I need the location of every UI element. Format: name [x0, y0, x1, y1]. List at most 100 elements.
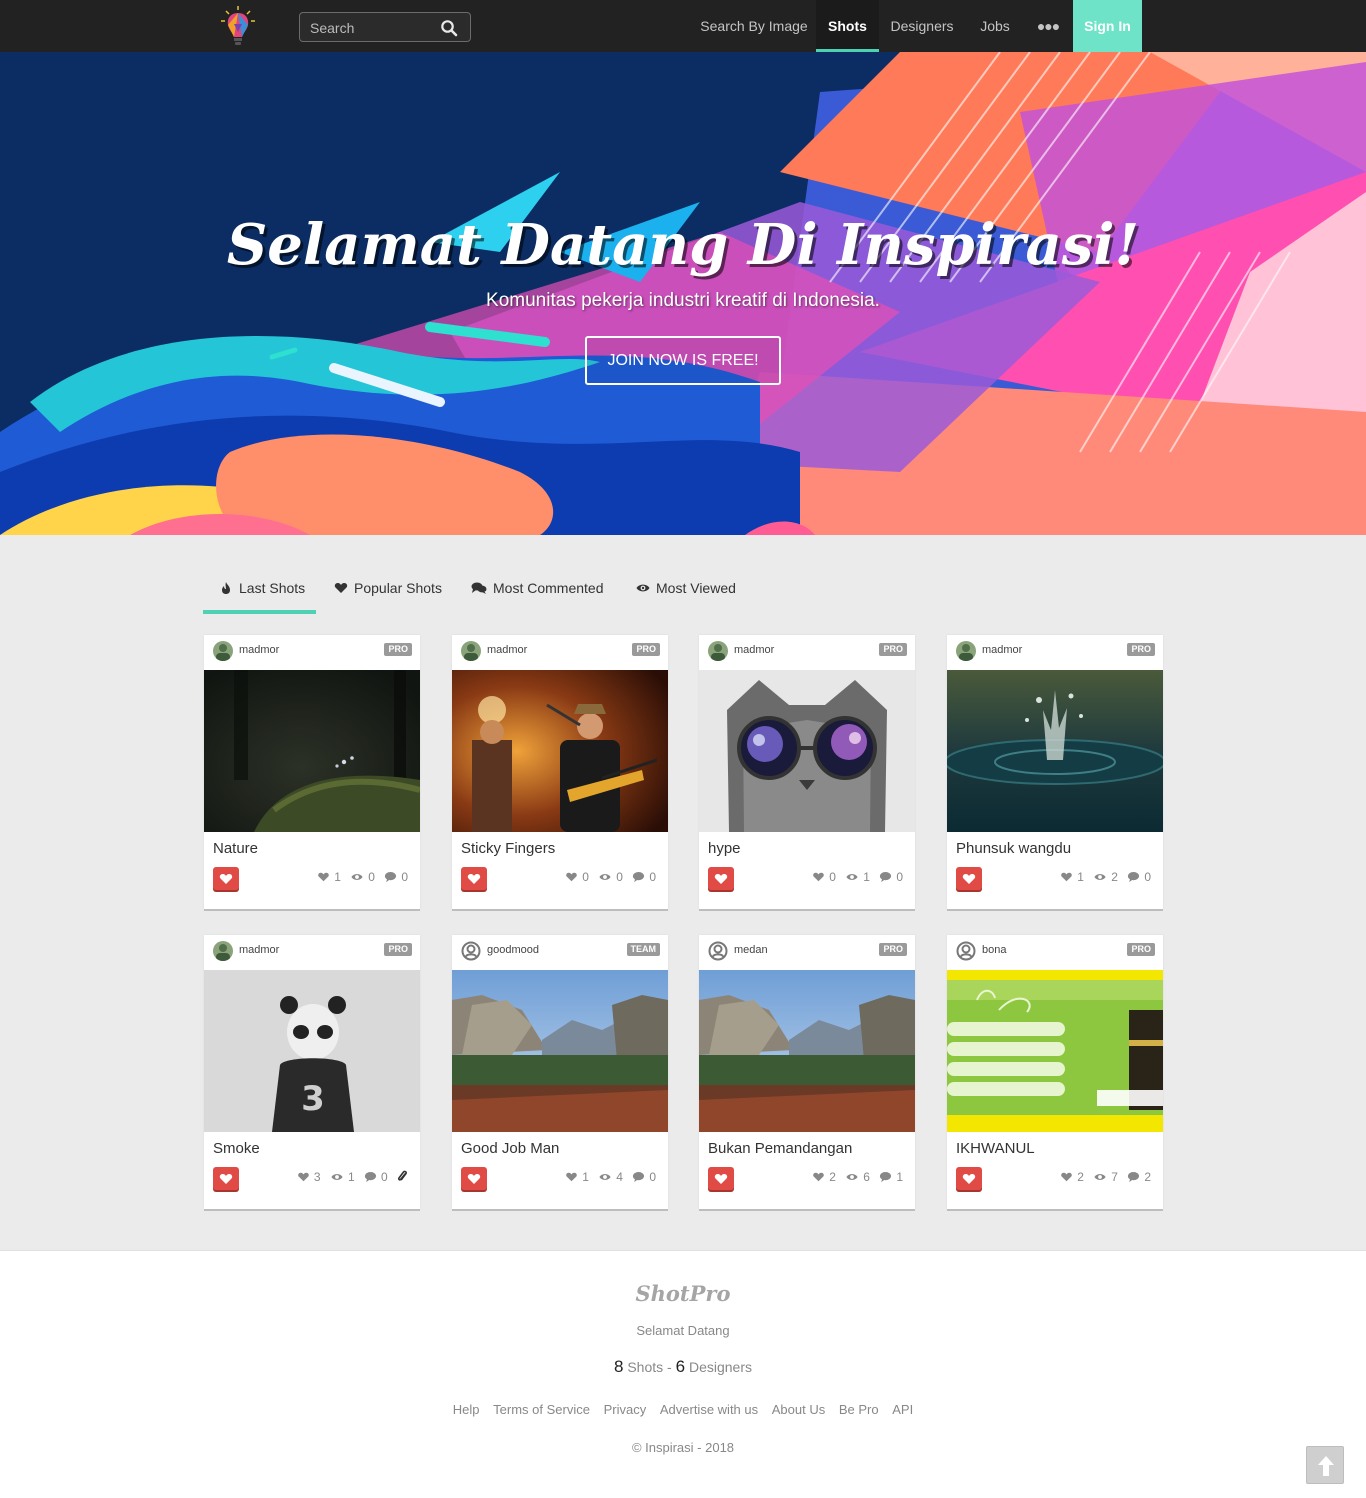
- shot-thumbnail[interactable]: [699, 970, 915, 1132]
- search-input[interactable]: [310, 19, 435, 37]
- avatar[interactable]: [956, 641, 976, 661]
- author-name[interactable]: madmor: [487, 644, 527, 656]
- avatar-default-icon[interactable]: [461, 941, 481, 961]
- shot-title[interactable]: Good Job Man: [461, 1140, 559, 1157]
- nav-designers[interactable]: Designers: [884, 0, 960, 52]
- shot-card[interactable]: madmor PRO hype 0 1 0: [699, 635, 915, 909]
- fire-icon: [222, 582, 230, 594]
- nav-jobs[interactable]: Jobs: [970, 0, 1020, 52]
- shot-thumbnail[interactable]: [452, 670, 668, 832]
- avatar[interactable]: [708, 641, 728, 661]
- hero-banner: Selamat Datang Di Inspirasi! Komunitas p…: [0, 52, 1366, 535]
- tab-popular-shots[interactable]: Popular Shots: [334, 566, 442, 614]
- views-count: 4: [616, 1170, 623, 1184]
- like-button[interactable]: [213, 1167, 239, 1190]
- author-name[interactable]: madmor: [734, 644, 774, 656]
- avatar-default-icon[interactable]: [708, 941, 728, 961]
- heart-icon: [334, 583, 348, 593]
- footer-link-about[interactable]: About Us: [772, 1402, 825, 1417]
- search-icon[interactable]: [440, 19, 458, 37]
- pro-badge: PRO: [1127, 943, 1155, 956]
- author-name[interactable]: madmor: [982, 644, 1022, 656]
- designers-label: Designers: [688, 1359, 752, 1375]
- shot-card[interactable]: bona PRO IKHWANUL 2 7 2: [947, 935, 1163, 1209]
- footer-link-terms[interactable]: Terms of Service: [493, 1402, 590, 1417]
- footer-link-privacy[interactable]: Privacy: [604, 1402, 647, 1417]
- avatar[interactable]: [461, 641, 481, 661]
- footer-link-help[interactable]: Help: [453, 1402, 480, 1417]
- shot-thumbnail[interactable]: 3: [204, 970, 420, 1132]
- shot-card[interactable]: medan PRO Bukan Pemandangan 2 6 1: [699, 935, 915, 1209]
- likes-heart-icon: [318, 872, 330, 882]
- shot-thumbnail[interactable]: [699, 670, 915, 832]
- avatar-default-icon[interactable]: [956, 941, 976, 961]
- shot-title[interactable]: Bukan Pemandangan: [708, 1140, 852, 1157]
- like-button[interactable]: [956, 1167, 982, 1190]
- shot-title[interactable]: Nature: [213, 840, 258, 857]
- team-badge: TEAM: [626, 943, 660, 956]
- likes-count: 0: [582, 870, 589, 884]
- footer-link-advertise[interactable]: Advertise with us: [660, 1402, 758, 1417]
- likes-heart-icon: [1061, 872, 1073, 882]
- heart-icon: [962, 874, 976, 884]
- join-now-button[interactable]: JOIN NOW IS FREE!: [585, 336, 781, 385]
- shot-thumbnail[interactable]: [947, 970, 1163, 1132]
- footer: ShotPro Selamat Datang 8 Shots - 6 Desig…: [0, 1250, 1366, 1498]
- comments-icon: [471, 582, 487, 594]
- tab-most-commented[interactable]: Most Commented: [471, 566, 603, 614]
- hero-subtitle: Komunitas pekerja industri kreatif di In…: [486, 290, 880, 311]
- avatar[interactable]: [213, 641, 233, 661]
- stats-separator: -: [667, 1359, 672, 1375]
- like-button[interactable]: [956, 867, 982, 890]
- like-button[interactable]: [461, 867, 487, 890]
- tab-last-shots[interactable]: Last Shots: [203, 566, 316, 614]
- logo-lightbulb-icon[interactable]: [216, 4, 260, 48]
- comments-count: 0: [896, 870, 903, 884]
- shot-stats: 0 1 0: [806, 870, 903, 884]
- scroll-to-top-button[interactable]: [1306, 1446, 1344, 1484]
- more-menu-icon[interactable]: ●●●: [1028, 0, 1068, 52]
- shot-thumbnail[interactable]: [204, 670, 420, 832]
- like-button[interactable]: [461, 1167, 487, 1190]
- footer-link-be-pro[interactable]: Be Pro: [839, 1402, 879, 1417]
- author-name[interactable]: madmor: [239, 644, 279, 656]
- designers-total: 6: [675, 1357, 686, 1376]
- author-name[interactable]: medan: [734, 944, 768, 956]
- shot-card[interactable]: madmor PRO Nature 1 0 0: [204, 635, 420, 909]
- pro-badge: PRO: [879, 643, 907, 656]
- shot-title[interactable]: Phunsuk wangdu: [956, 840, 1071, 857]
- shot-card[interactable]: madmor PRO Sticky Fingers 0 0 0: [452, 635, 668, 909]
- tab-most-viewed[interactable]: Most Viewed: [636, 566, 736, 614]
- shot-card[interactable]: madmor PRO 3 Smoke 3 1 0: [204, 935, 420, 1209]
- heart-icon: [467, 1174, 481, 1184]
- sign-in-button[interactable]: Sign In: [1073, 0, 1142, 52]
- like-button[interactable]: [708, 1167, 734, 1190]
- shot-card[interactable]: goodmood TEAM Good Job Man 1 4 0: [452, 935, 668, 1209]
- like-button[interactable]: [708, 867, 734, 890]
- shot-card[interactable]: madmor PRO Phunsuk wangdu 1 2 0: [947, 635, 1163, 909]
- footer-copyright: © Inspirasi - 2018: [631, 1440, 735, 1455]
- footer-link-api[interactable]: API: [892, 1402, 913, 1417]
- footer-brand-logo[interactable]: ShotPro: [0, 1281, 1366, 1306]
- like-button[interactable]: [213, 867, 239, 890]
- shot-title[interactable]: IKHWANUL: [956, 1140, 1035, 1157]
- author-name[interactable]: goodmood: [487, 944, 539, 956]
- shot-title[interactable]: Smoke: [213, 1140, 260, 1157]
- comments-count: 0: [380, 1170, 388, 1184]
- shot-title[interactable]: Sticky Fingers: [461, 840, 555, 857]
- views-eye-icon: [599, 874, 611, 880]
- author-name[interactable]: madmor: [239, 944, 279, 956]
- nav-search-by-image[interactable]: Search By Image: [696, 0, 812, 52]
- shot-thumbnail[interactable]: [947, 670, 1163, 832]
- likes-heart-icon: [813, 1172, 825, 1182]
- comments-bubble-icon: [633, 872, 645, 883]
- shot-stats: 1 4 0: [559, 1170, 656, 1184]
- shot-title[interactable]: hype: [708, 840, 741, 857]
- author-name[interactable]: bona: [982, 944, 1006, 956]
- nav-shots[interactable]: Shots: [816, 0, 879, 52]
- avatar[interactable]: [213, 941, 233, 961]
- search-box[interactable]: [299, 12, 471, 42]
- comments-bubble-icon: [385, 872, 397, 883]
- shot-thumbnail[interactable]: [452, 970, 668, 1132]
- likes-count: 1: [334, 870, 341, 884]
